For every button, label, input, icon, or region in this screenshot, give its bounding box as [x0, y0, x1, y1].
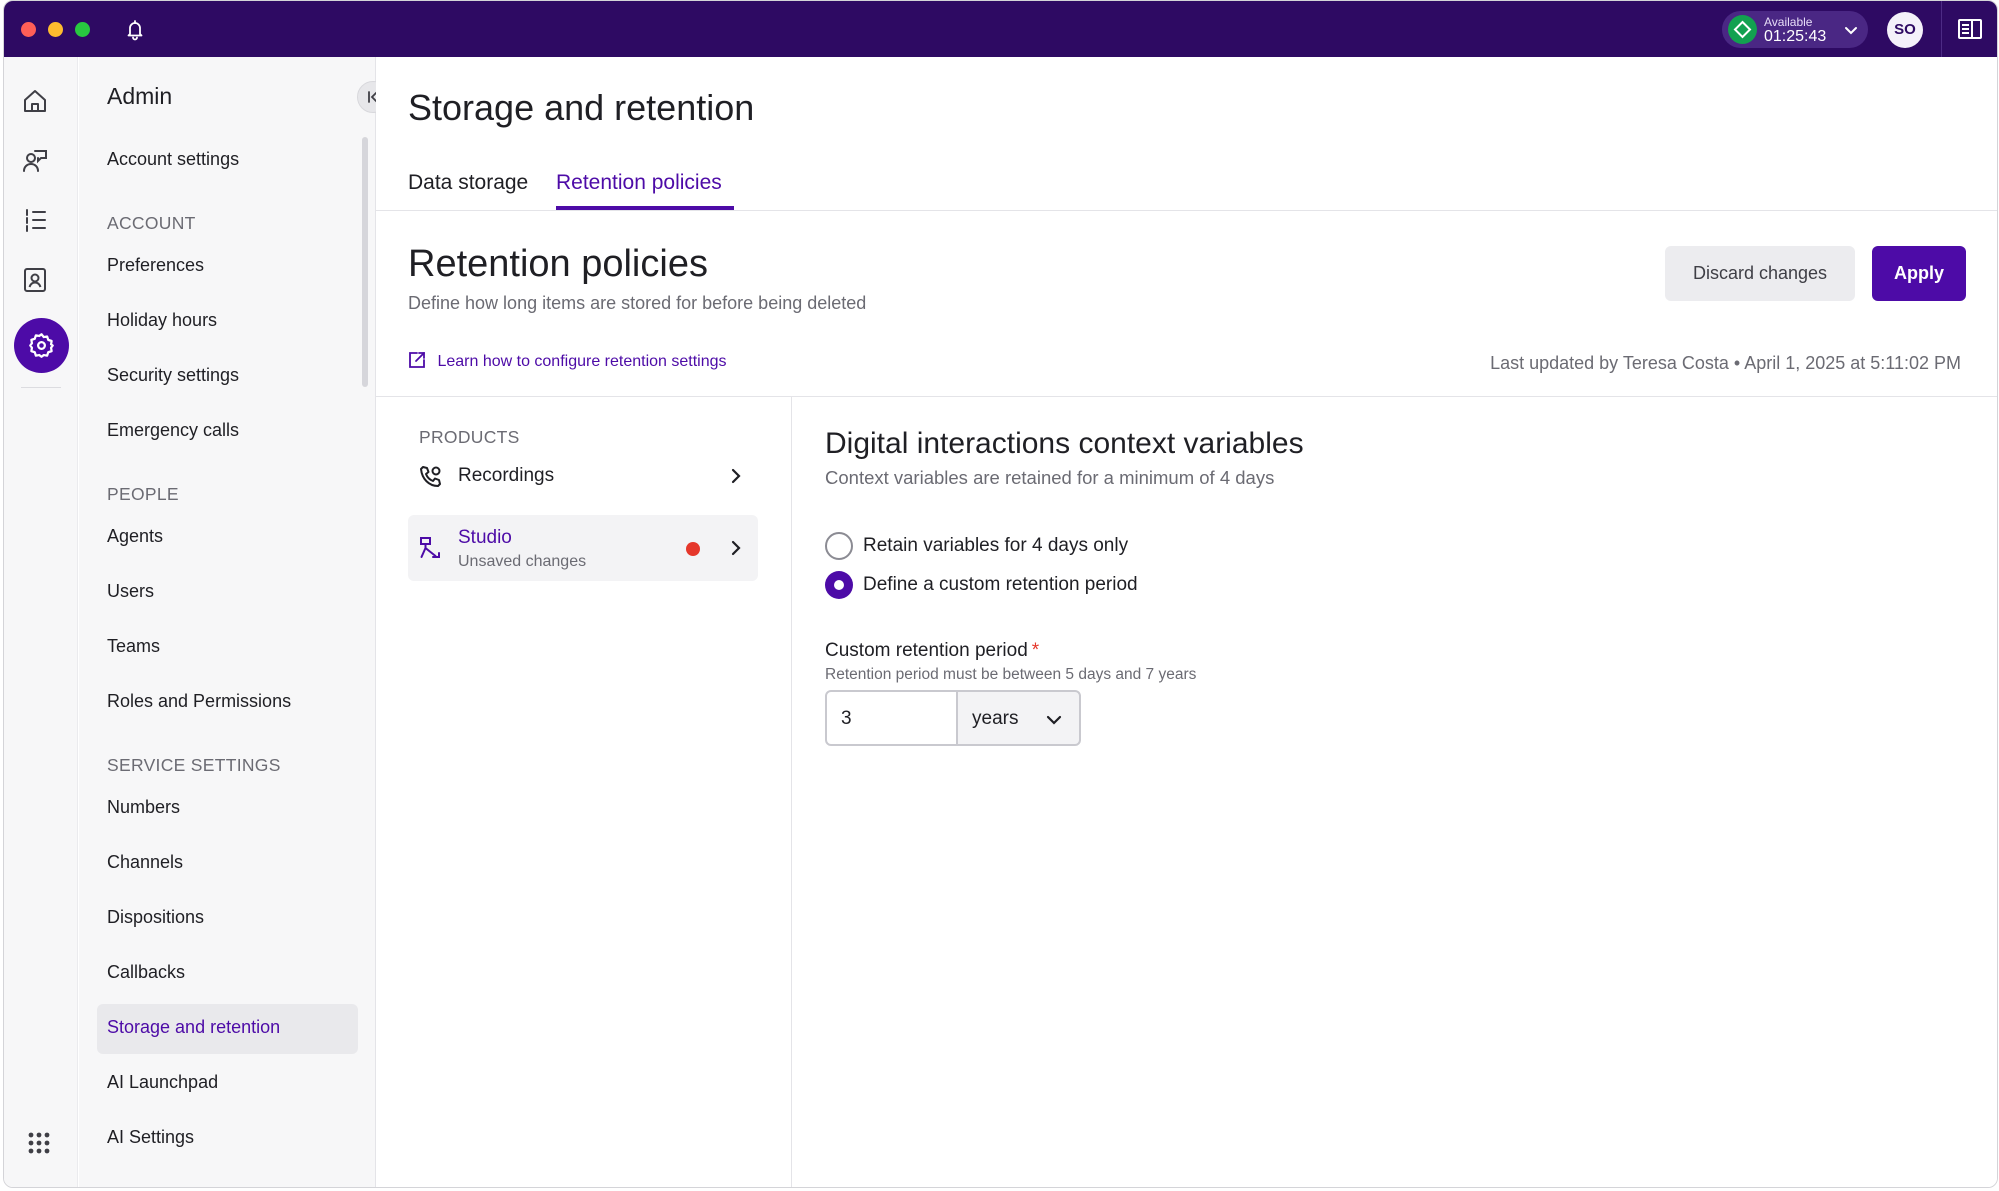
tab-retention-policies[interactable]: Retention policies	[556, 171, 722, 195]
sidebar-item-channels[interactable]: Channels	[107, 852, 183, 873]
discard-changes-button[interactable]: Discard changes	[1665, 246, 1855, 301]
user-avatar[interactable]: SO	[1887, 12, 1923, 48]
learn-link-label: Learn how to configure retention setting…	[437, 353, 727, 370]
chevron-right-icon	[726, 538, 746, 563]
section-title: Retention policies	[408, 243, 708, 285]
radio-label-custom-period[interactable]: Define a custom retention period	[863, 574, 1138, 596]
sidebar-item-numbers[interactable]: Numbers	[107, 797, 180, 818]
radio-custom-period[interactable]	[825, 571, 853, 599]
sidebar-item-dispositions[interactable]: Dispositions	[107, 907, 204, 928]
tabs-divider	[376, 210, 1997, 211]
sidebar-item-storage-and-retention[interactable]: Storage and retention	[107, 1017, 280, 1038]
required-asterisk: *	[1031, 640, 1040, 661]
sidebar-heading-account: ACCOUNT	[107, 213, 196, 233]
chevron-right-icon	[726, 466, 746, 491]
sidebar-item-ai-settings[interactable]: AI Settings	[107, 1127, 194, 1148]
sidebar-item-account-settings[interactable]: Account settings	[107, 149, 239, 170]
icon-rail	[4, 57, 78, 1187]
sidebar-item-preferences[interactable]: Preferences	[107, 255, 204, 276]
sidebar-heading-service-settings: SERVICE SETTINGS	[107, 755, 281, 775]
product-item-recordings[interactable]: Recordings	[408, 452, 758, 502]
window-close-button[interactable]	[21, 22, 36, 37]
status-label: Available	[1764, 15, 1813, 29]
custom-period-label: Custom retention period *	[825, 640, 1039, 662]
page-title: Storage and retention	[408, 87, 755, 128]
apps-grid-icon[interactable]	[27, 1131, 51, 1160]
admin-nav-button[interactable]	[14, 318, 69, 373]
apply-button[interactable]: Apply	[1872, 246, 1966, 301]
details-title: Digital interactions context variables	[825, 427, 1304, 460]
product-name-studio: Studio	[458, 527, 512, 548]
sidebar-title: Admin	[107, 83, 173, 109]
bell-icon[interactable]	[123, 17, 147, 41]
sidebar-heading-people: PEOPLE	[107, 484, 179, 504]
radio-label-retain-4-days[interactable]: Retain variables for 4 days only	[863, 535, 1128, 557]
phone-recording-icon	[418, 464, 444, 495]
product-item-studio[interactable]: Studio Unsaved changes	[408, 515, 758, 581]
list-icon[interactable]	[21, 206, 49, 234]
rail-divider	[21, 387, 61, 388]
last-updated-text: Last updated by Teresa Costa • April 1, …	[1490, 353, 1961, 373]
retention-unit-value: years	[972, 708, 1019, 729]
sidebar-item-roles-and-permissions[interactable]: Roles and Permissions	[107, 691, 291, 712]
product-status-unsaved: Unsaved changes	[458, 553, 587, 570]
sidebar-item-holiday-hours[interactable]: Holiday hours	[107, 310, 217, 331]
conversations-icon[interactable]	[21, 146, 49, 174]
unsaved-indicator-dot	[686, 542, 700, 556]
panel-toggle-icon[interactable]	[1957, 17, 1983, 46]
main-content: Storage and retention Data storage Reten…	[376, 57, 1997, 1187]
details-subtitle: Context variables are retained for a min…	[825, 467, 1275, 488]
status-timer: 01:25:43	[1764, 28, 1827, 45]
contacts-icon[interactable]	[21, 266, 49, 294]
retention-unit-select[interactable]: years	[956, 690, 1081, 746]
window-maximize-button[interactable]	[75, 22, 90, 37]
sidebar-scrollbar[interactable]	[362, 137, 368, 387]
custom-period-help: Retention period must be between 5 days …	[825, 666, 1197, 683]
learn-retention-link[interactable]: Learn how to configure retention setting…	[408, 351, 727, 371]
sidebar-item-security-settings[interactable]: Security settings	[107, 365, 239, 386]
status-diamond-icon	[1728, 15, 1757, 44]
app-window: Available 01:25:43 SO Admin Account sett…	[3, 0, 1998, 1188]
chevron-down-icon	[1842, 21, 1860, 44]
custom-period-label-text: Custom retention period	[825, 640, 1028, 661]
studio-flow-icon	[418, 535, 444, 566]
tab-data-storage[interactable]: Data storage	[408, 171, 528, 195]
window-minimize-button[interactable]	[48, 22, 63, 37]
home-icon[interactable]	[21, 87, 49, 115]
sidebar-item-ai-launchpad[interactable]: AI Launchpad	[107, 1072, 218, 1093]
sidebar-item-teams[interactable]: Teams	[107, 636, 160, 657]
sidebar-item-agents[interactable]: Agents	[107, 526, 163, 547]
products-panel: PRODUCTS Recordings Studio Unsaved chang…	[376, 397, 792, 1187]
external-link-icon	[408, 352, 437, 370]
product-name-recordings: Recordings	[458, 465, 555, 486]
sidebar-item-users[interactable]: Users	[107, 581, 154, 602]
sidebar-item-emergency-calls[interactable]: Emergency calls	[107, 420, 239, 441]
retention-period-input[interactable]: 3	[825, 690, 957, 746]
topbar-divider	[1941, 1, 1942, 57]
products-heading: PRODUCTS	[419, 427, 520, 447]
radio-retain-4-days[interactable]	[825, 532, 853, 560]
admin-sidebar: Admin Account settings ACCOUNT Preferenc…	[79, 57, 389, 1187]
sidebar-item-callbacks[interactable]: Callbacks	[107, 962, 185, 983]
section-subtitle: Define how long items are stored for bef…	[408, 293, 867, 313]
agent-status-dropdown[interactable]: Available 01:25:43	[1722, 11, 1868, 48]
top-bar: Available 01:25:43 SO	[4, 1, 1997, 57]
